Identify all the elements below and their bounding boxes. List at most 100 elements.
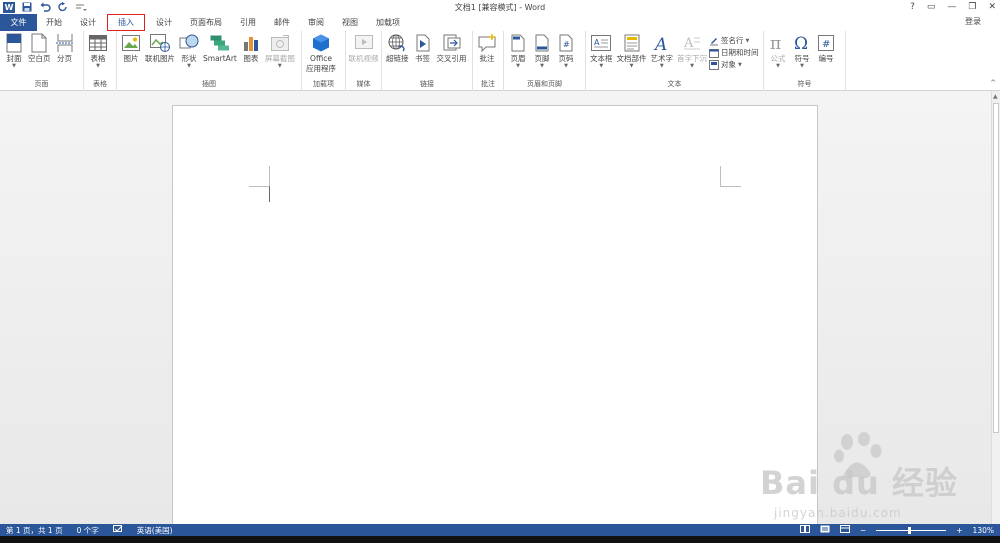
tab-page-layout[interactable]: 页面布局 — [181, 14, 231, 31]
undo-icon[interactable] — [39, 1, 51, 13]
close-button[interactable]: ✕ — [988, 2, 996, 12]
quick-parts-icon — [622, 33, 642, 53]
print-layout-icon[interactable] — [820, 525, 830, 535]
help-button[interactable]: ? — [910, 2, 915, 12]
group-header-footer: 页眉 ▼ 页脚 ▼ # 页码 ▼ 页眉和页脚 — [504, 31, 586, 91]
zoom-in-button[interactable]: + — [956, 526, 962, 535]
zoom-out-button[interactable]: − — [860, 526, 866, 535]
signature-line-icon — [709, 36, 719, 46]
svg-text:A: A — [594, 38, 600, 47]
tab-view[interactable]: 视图 — [333, 14, 367, 31]
header-icon — [508, 33, 528, 53]
tab-review[interactable]: 审阅 — [299, 14, 333, 31]
online-video-icon — [354, 33, 374, 53]
group-label-illustrations: 插图 — [202, 80, 216, 88]
word-logo-icon[interactable]: W — [3, 1, 15, 13]
object-icon — [709, 59, 719, 70]
group-pages: 封面 ▼ 空白页 分页 页面 — [0, 31, 84, 91]
group-text: A 文本框 ▼ 文档部件 ▼ A 艺术字 ▼ A 首字下沉 ▼ 签名行 ▼ 日期… — [586, 31, 764, 91]
group-media: 联机视频 媒体 — [346, 31, 382, 91]
group-addins: Office 应用程序 加载项 — [302, 31, 346, 91]
text-box-icon: A — [591, 33, 612, 53]
group-label-symbols: 符号 — [797, 80, 812, 88]
svg-text:A: A — [653, 35, 667, 52]
quick-access-toolbar: W — [0, 1, 87, 13]
group-label-links: 链接 — [420, 80, 434, 88]
tab-home[interactable]: 开始 — [37, 14, 71, 31]
object-button[interactable]: 对象 ▼ — [709, 59, 759, 70]
window-title: 文档1 [兼容模式] - Word — [454, 2, 546, 12]
page-break-icon — [55, 33, 75, 53]
tab-insert[interactable]: 插入 — [107, 14, 145, 31]
cover-page-icon — [4, 33, 24, 53]
page-count[interactable]: 第 1 页，共 1 页 — [6, 525, 63, 536]
zoom-slider[interactable] — [876, 526, 947, 534]
tab-design[interactable]: 设计 — [71, 14, 105, 31]
scroll-up-icon[interactable]: ▲ — [993, 93, 998, 100]
blank-page-icon — [29, 33, 49, 53]
web-layout-icon[interactable] — [839, 525, 850, 535]
footer-icon — [532, 33, 552, 53]
tab-mailings[interactable]: 邮件 — [265, 14, 299, 31]
group-label-addins: 加载项 — [313, 80, 334, 88]
signature-line-button[interactable]: 签名行 ▼ — [709, 35, 759, 46]
picture-icon — [121, 33, 141, 53]
group-illustrations: 图片 联机图片 形状 ▼ SmartArt 图表 屏幕截图 ▼ 插图 — [117, 31, 302, 91]
status-right: − + 130% — [799, 524, 994, 536]
hyperlink-icon — [387, 33, 407, 53]
wordart-icon: A — [652, 33, 672, 53]
numbering-icon: # — [816, 33, 836, 53]
collapse-ribbon-icon[interactable]: ^ — [990, 79, 996, 87]
date-time-button[interactable]: 日期和时间 — [709, 47, 759, 58]
page-number-icon: # — [556, 33, 576, 53]
drop-cap-icon: A — [682, 33, 702, 53]
ribbon-display-button[interactable]: ▭ — [927, 2, 936, 12]
tab-file[interactable]: 文件 — [0, 14, 37, 31]
scroll-thumb[interactable] — [993, 103, 999, 433]
language-indicator[interactable]: 英语(美国) — [137, 525, 173, 536]
word-count[interactable]: 0 个字 — [77, 525, 99, 536]
smartart-icon — [210, 33, 230, 53]
zoom-slider-knob[interactable] — [908, 526, 912, 534]
tab-references[interactable]: 引用 — [231, 14, 265, 31]
group-comments: 批注 批注 — [473, 31, 504, 91]
group-tables: 表格 ▼ 表格 — [84, 31, 117, 91]
date-time-icon — [709, 48, 719, 58]
svg-text:#: # — [822, 39, 830, 50]
zoom-level[interactable]: 130% — [973, 526, 994, 535]
ribbon-tabs: 文件 开始 设计 插入 设计 页面布局 引用 邮件 审阅 视图 加载项 登录 — [0, 14, 1000, 31]
save-icon[interactable] — [21, 1, 33, 13]
read-mode-icon[interactable] — [799, 525, 810, 535]
login-link[interactable]: 登录 — [965, 16, 981, 27]
tab-addins[interactable]: 加载项 — [367, 14, 409, 31]
tab-design-2[interactable]: 设计 — [147, 14, 181, 31]
pi-icon: π — [768, 33, 788, 53]
svg-text:Ω: Ω — [794, 34, 808, 52]
margin-mark-top-right — [720, 166, 741, 187]
restore-button[interactable]: ❐ — [968, 2, 976, 12]
title-bar: W 文档1 [兼容模式] - Word ? ▭ — ❐ ✕ — [0, 0, 1000, 14]
watermark-logo-text: Bai du 经验 — [760, 464, 958, 502]
group-links: 超链接 书签 交叉引用 链接 — [382, 31, 473, 91]
bookmark-icon — [413, 33, 433, 53]
cross-reference-icon — [442, 33, 462, 53]
new-comment-icon — [477, 33, 497, 53]
document-page[interactable] — [172, 105, 818, 535]
proofing-icon[interactable] — [112, 524, 123, 536]
vertical-scrollbar[interactable]: ▲ — [991, 91, 1000, 524]
group-label-header-footer: 页眉和页脚 — [527, 80, 562, 88]
minimize-button[interactable]: — — [947, 2, 956, 12]
redo-icon[interactable] — [57, 1, 69, 13]
window-controls: ? ▭ — ❐ ✕ — [910, 0, 996, 14]
table-icon — [88, 33, 108, 53]
ribbon-insert: 封面 ▼ 空白页 分页 页面 表格 ▼ 表格 图片 联机图片 形状 ▼ Smar… — [0, 31, 1000, 91]
group-label-pages: 页面 — [34, 80, 49, 88]
customize-qat-icon[interactable] — [75, 1, 87, 13]
status-bar: 第 1 页，共 1 页 0 个字 英语(美国) − + 130% — [0, 524, 1000, 536]
omega-icon: Ω — [792, 33, 812, 53]
group-label-tables: 表格 — [93, 80, 107, 88]
group-label-comments: 批注 — [481, 80, 495, 88]
group-label-media: 媒体 — [356, 80, 371, 88]
svg-text:π: π — [770, 34, 781, 52]
group-symbols: π 公式 ▼ Ω 符号 ▼ # 编号 符号 — [764, 31, 846, 91]
